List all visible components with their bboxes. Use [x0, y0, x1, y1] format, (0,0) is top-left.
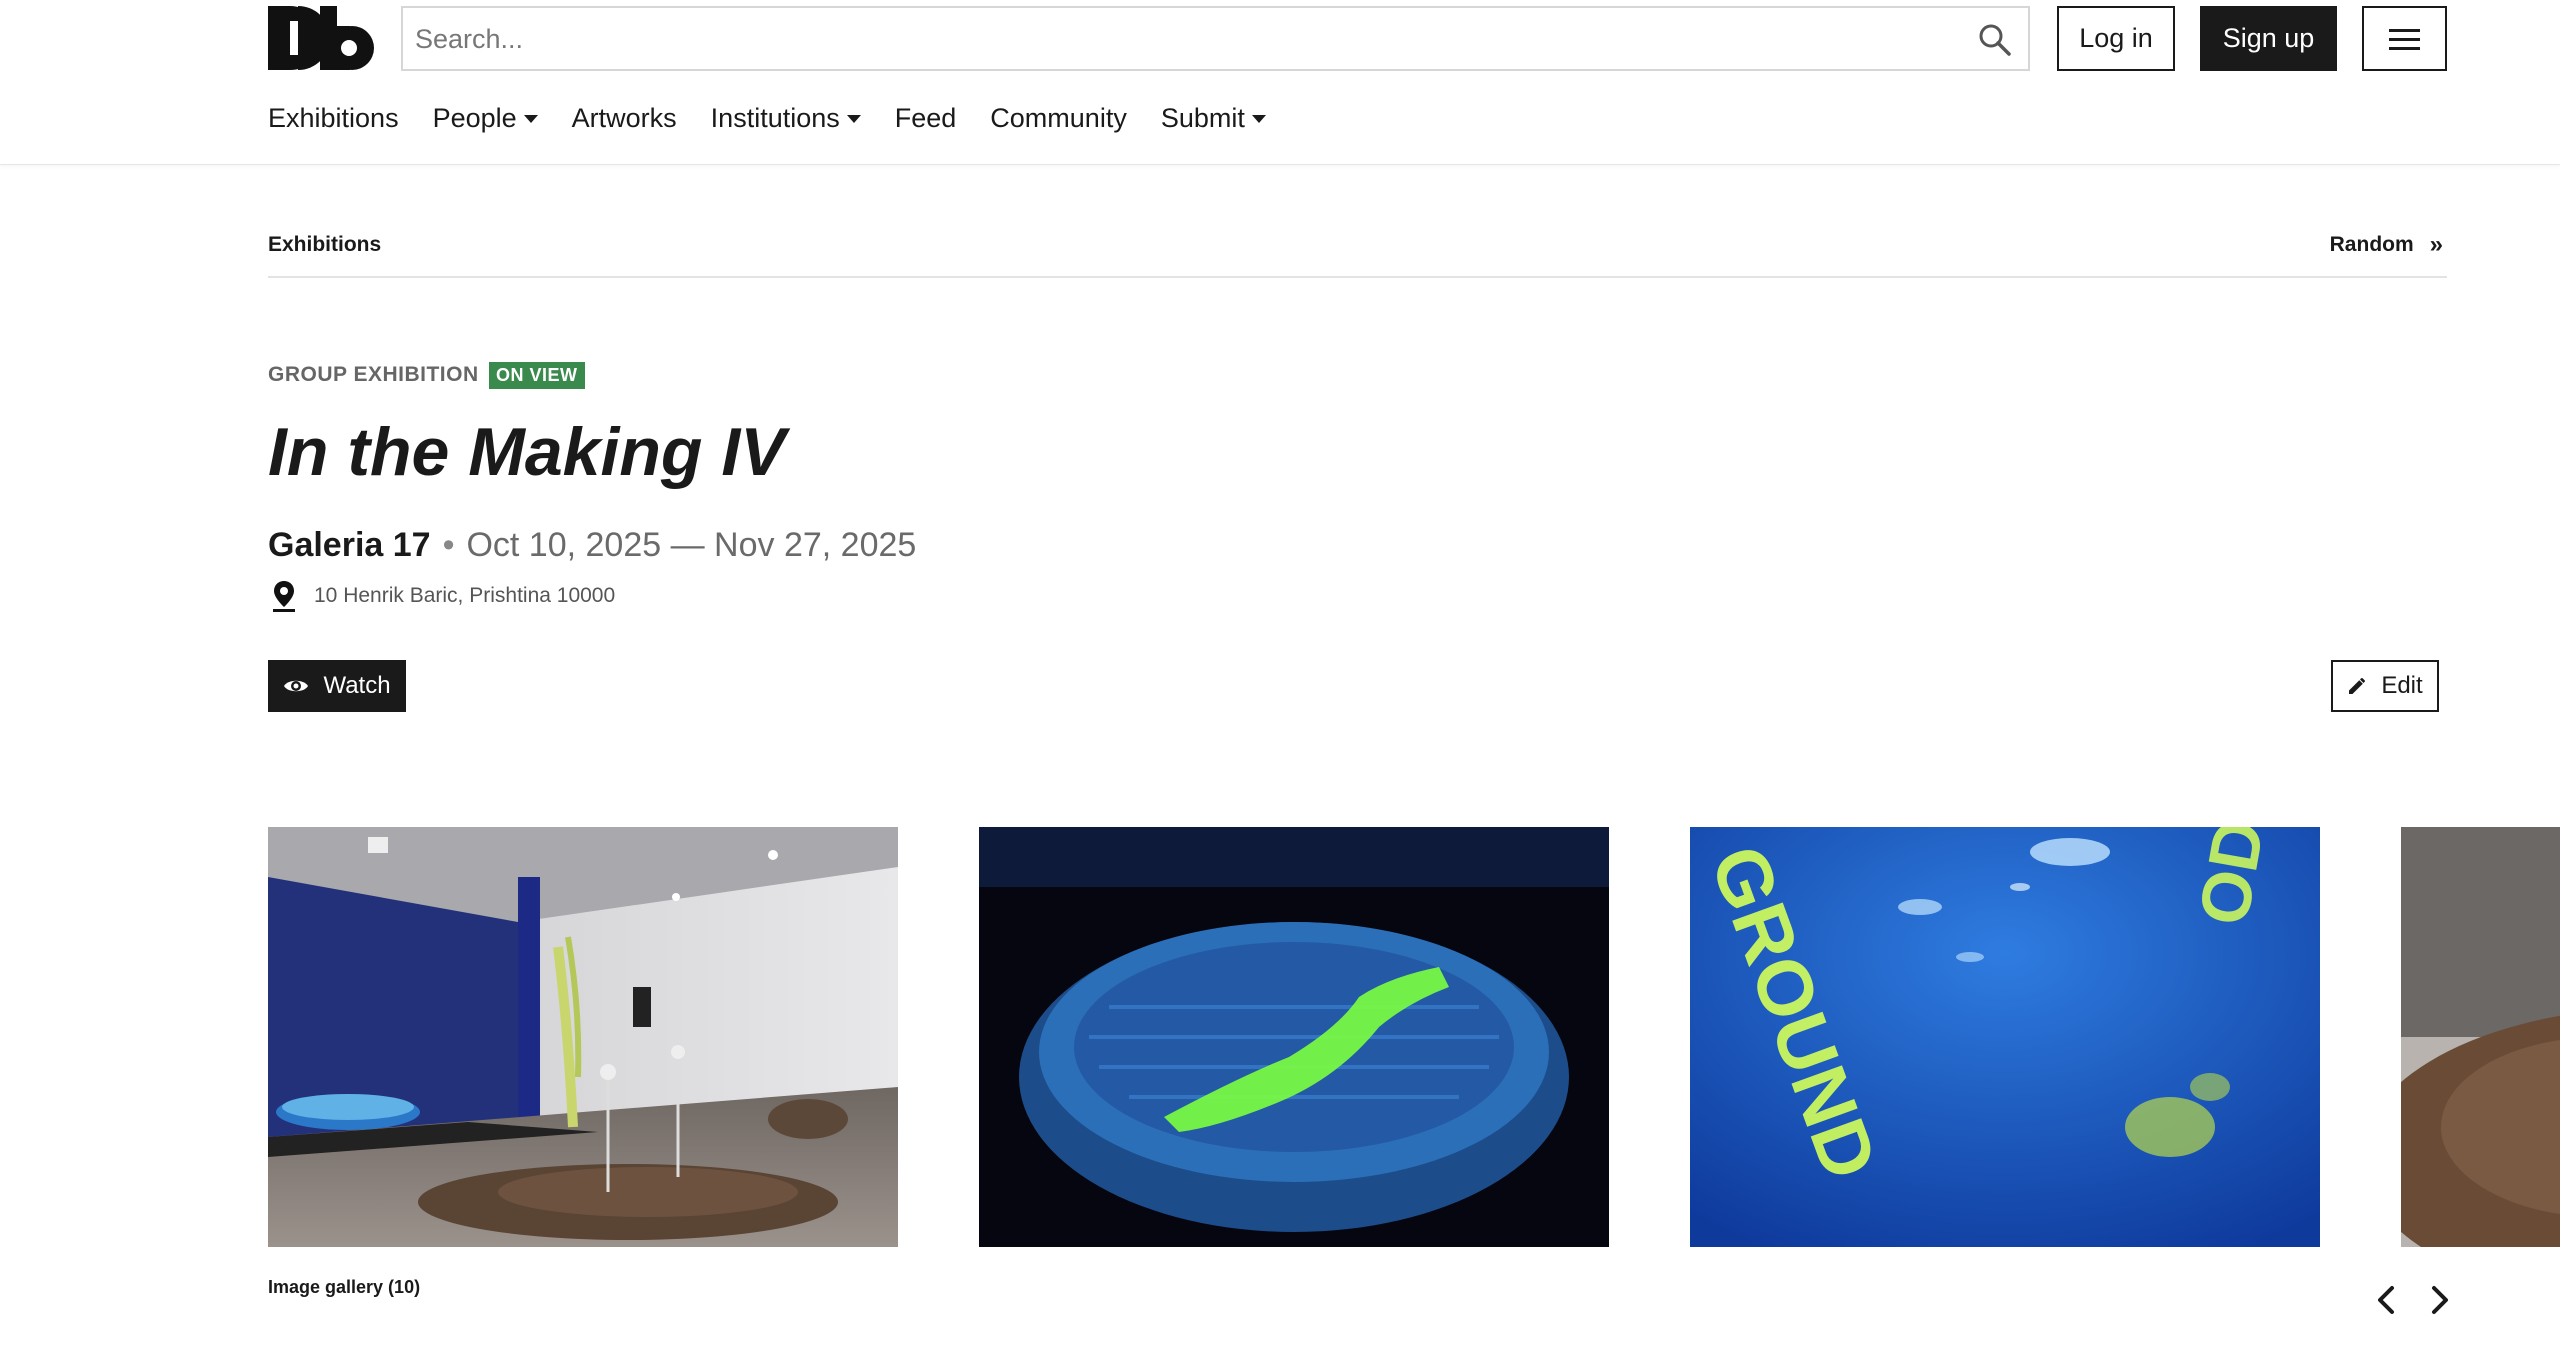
gallery-prev-button[interactable] [2371, 1283, 2401, 1317]
caret-down-icon [523, 115, 538, 123]
watch-button[interactable]: Watch [268, 660, 406, 712]
nav-exhibitions[interactable]: Exhibitions [268, 103, 399, 134]
hamburger-menu-icon [2389, 29, 2420, 32]
double-chevron-right-icon: » [2429, 231, 2443, 258]
random-link[interactable]: Random » [2330, 233, 2443, 257]
image-gallery: GROUND OD [268, 827, 2560, 1247]
venue-link[interactable]: Galeria 17 [268, 526, 431, 565]
site-logo[interactable] [268, 6, 374, 70]
exhibition-type-label: GROUP EXHIBITION [268, 363, 479, 386]
address-row: 10 Henrik Baric, Prishtina 10000 [272, 580, 615, 612]
eye-icon [284, 680, 309, 692]
caret-down-icon [846, 115, 861, 123]
nav-institutions[interactable]: Institutions [711, 103, 861, 134]
search-icon[interactable] [1978, 23, 2012, 57]
search-input[interactable] [415, 18, 1955, 60]
breadcrumb: Exhibitions Random » [268, 230, 2447, 278]
nav-people[interactable]: People [433, 103, 538, 134]
gallery-image[interactable] [2401, 827, 2560, 1247]
status-badge: ON VIEW [489, 362, 585, 389]
gallery-image[interactable]: GROUND OD [1690, 827, 2320, 1247]
search-box [401, 6, 2030, 71]
main-nav: Exhibitions People Artworks Institutions… [268, 100, 1300, 136]
nav-artworks[interactable]: Artworks [572, 103, 677, 134]
login-button[interactable]: Log in [2057, 6, 2175, 71]
map-pin-icon [273, 581, 295, 612]
venue-dates-row: Galeria 17 • Oct 10, 2025 — Nov 27, 2025 [268, 526, 916, 565]
nav-submit[interactable]: Submit [1161, 103, 1266, 134]
chevron-right-icon [2432, 1286, 2448, 1314]
pencil-icon [2349, 678, 2366, 694]
gallery-image[interactable] [979, 827, 1609, 1247]
gallery-caption: Image gallery (10) [268, 1277, 421, 1297]
hamburger-menu-button[interactable] [2362, 6, 2447, 71]
nav-feed[interactable]: Feed [895, 103, 957, 134]
gallery-image[interactable] [268, 827, 898, 1247]
gallery-next-button[interactable] [2425, 1283, 2455, 1317]
page-title: In the Making IV [268, 414, 786, 490]
chevron-left-icon [2378, 1286, 2394, 1314]
caret-down-icon [1251, 115, 1266, 123]
breadcrumb-exhibitions-link[interactable]: Exhibitions [268, 233, 381, 257]
signup-button[interactable]: Sign up [2200, 6, 2337, 71]
site-header: Log in Sign up Exhibitions People Artwor… [0, 0, 2560, 165]
edit-button[interactable]: Edit [2331, 660, 2439, 712]
nav-community[interactable]: Community [990, 103, 1127, 134]
address-text: 10 Henrik Baric, Prishtina 10000 [314, 584, 616, 607]
exhibition-dates: Oct 10, 2025 — Nov 27, 2025 [466, 526, 917, 564]
separator-dot: • [442, 526, 455, 564]
